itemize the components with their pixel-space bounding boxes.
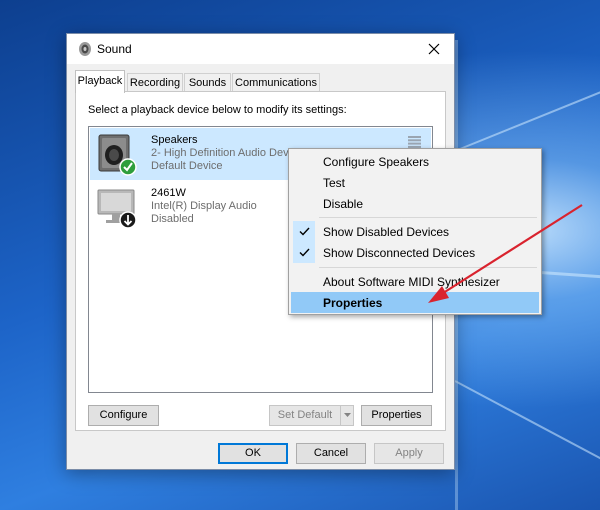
menu-item-label: Show Disconnected Devices: [323, 246, 476, 260]
close-button[interactable]: [414, 34, 454, 64]
title-bar[interactable]: Sound: [67, 34, 454, 64]
monitor-device-icon: [97, 189, 137, 229]
cancel-button[interactable]: Cancel: [296, 443, 366, 464]
menu-separator: [319, 267, 537, 268]
device-status: Default Device: [151, 160, 223, 172]
menu-item-disable[interactable]: Disable: [291, 193, 539, 214]
device-subtitle: Intel(R) Display Audio: [151, 200, 257, 212]
apply-button[interactable]: Apply: [374, 443, 444, 464]
instructions-text: Select a playback device below to modify…: [88, 104, 347, 116]
context-menu: Configure Speakers Test Disable Show Dis…: [288, 148, 542, 315]
set-default-dropdown[interactable]: [340, 405, 354, 426]
window-title: Sound: [97, 42, 132, 56]
set-default-button[interactable]: Set Default: [269, 405, 341, 426]
device-status: Disabled: [151, 213, 194, 225]
menu-item-about-midi[interactable]: About Software MIDI Synthesizer: [291, 271, 539, 292]
menu-item-test[interactable]: Test: [291, 172, 539, 193]
tab-sounds[interactable]: Sounds: [184, 73, 231, 92]
menu-item-label: Properties: [323, 296, 383, 310]
device-subtitle: 2- High Definition Audio Device: [151, 147, 303, 159]
wallpaper-light-ray: [454, 380, 600, 476]
menu-item-label: Show Disabled Devices: [323, 225, 450, 239]
menu-item-label: Disable: [323, 197, 364, 211]
close-icon: [428, 43, 440, 55]
device-name: Speakers: [151, 134, 198, 146]
tab-recording[interactable]: Recording: [127, 73, 183, 92]
menu-item-label: Test: [323, 176, 346, 190]
menu-item-configure-speakers[interactable]: Configure Speakers: [291, 151, 539, 172]
menu-separator: [319, 217, 537, 218]
menu-item-show-disconnected-devices[interactable]: Show Disconnected Devices: [291, 242, 539, 263]
menu-item-label: Configure Speakers: [323, 155, 430, 169]
speaker-app-icon: [79, 42, 91, 56]
menu-item-show-disabled-devices[interactable]: Show Disabled Devices: [291, 221, 539, 242]
ok-button[interactable]: OK: [218, 443, 288, 464]
speaker-device-icon: [98, 134, 137, 176]
tab-playback[interactable]: Playback: [75, 70, 125, 93]
wallpaper-light-ray: [454, 75, 600, 152]
configure-button[interactable]: Configure: [88, 405, 159, 426]
checkmark-icon: [293, 221, 315, 242]
device-name: 2461W: [151, 187, 186, 199]
checkmark-icon: [293, 242, 315, 263]
volume-level-icon: [408, 136, 421, 148]
menu-item-label: About Software MIDI Synthesizer: [323, 275, 500, 289]
chevron-down-icon: [343, 413, 351, 417]
tab-communications[interactable]: Communications: [232, 73, 320, 92]
properties-button[interactable]: Properties: [361, 405, 432, 426]
menu-item-properties[interactable]: Properties: [291, 292, 539, 313]
